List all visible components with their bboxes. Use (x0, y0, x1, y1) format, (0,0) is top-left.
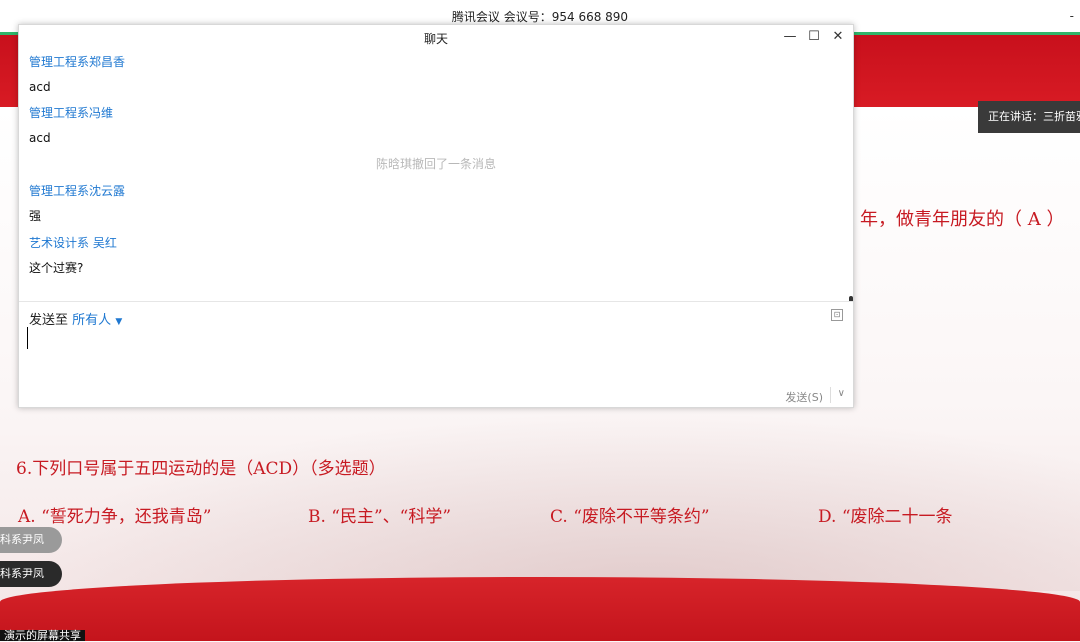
minimize-icon[interactable]: — (781, 28, 799, 46)
chat-window: 聊天 — ☐ ✕ 管理工程系郑昌香 acd 管理工程系冯维 acd 陈晗琪撤回了… (18, 24, 854, 408)
chevron-down-icon[interactable]: ▼ (115, 317, 122, 327)
participant-pill[interactable]: 科系尹凤 (0, 527, 62, 553)
message-sender[interactable]: 管理工程系冯维 (29, 104, 113, 121)
option-a: A. “誓死力争，还我青岛” (18, 507, 212, 527)
message-text: 这个过赛? (29, 261, 84, 275)
question-6: 6.下列口号属于五四运动的是（ACD）（多选题） (16, 459, 386, 479)
send-button[interactable]: 发送(S) (785, 389, 823, 405)
slide-footer-band (0, 577, 1080, 641)
question-5-tail: 年，做青年朋友的（ A ） (860, 209, 1065, 230)
chat-titlebar[interactable]: 聊天 — ☐ ✕ (19, 25, 853, 49)
meeting-title: 腾讯会议 会议号：954 668 890 (451, 10, 629, 24)
close-icon[interactable]: ✕ (829, 28, 847, 46)
chat-divider (19, 301, 853, 302)
option-c: C. “废除不平等条约” (550, 507, 710, 527)
message-text: acd (29, 131, 51, 145)
message-text: 强 (29, 209, 42, 223)
message-sender[interactable]: 管理工程系郑昌香 (29, 53, 125, 70)
message-text: acd (29, 80, 51, 94)
message-sender[interactable]: 艺术设计系 吴红 (29, 234, 117, 251)
speaking-indicator: 正在讲话：三折苗雅 (978, 101, 1080, 133)
system-message: 陈晗琪撤回了一条消息 (375, 157, 496, 171)
message-sender[interactable]: 管理工程系沈云露 (29, 182, 125, 199)
option-d: D. “废除二十一条 (818, 507, 953, 527)
slide-background-wall (0, 411, 1080, 591)
participant-pill[interactable]: 科系尹凤 (0, 561, 62, 587)
send-options-chevron-icon[interactable]: ∨ (838, 388, 845, 399)
chat-title: 聊天 (423, 32, 448, 46)
send-to-label: 发送至 (29, 313, 69, 328)
maximize-icon[interactable]: ☐ (805, 28, 823, 46)
expand-icon[interactable]: ⊡ (831, 309, 843, 321)
option-b: B. “民主”、“科学” (308, 507, 452, 527)
send-to-target[interactable]: 所有人 (72, 313, 111, 328)
screen-share-label: 演示的屏幕共享 (0, 630, 85, 641)
chat-message-list[interactable]: 管理工程系郑昌香 acd 管理工程系冯维 acd 陈晗琪撤回了一条消息 管理工程… (19, 49, 853, 301)
send-to-selector[interactable]: 发送至 所有人 ▼ (29, 309, 122, 328)
send-button-divider (830, 387, 831, 403)
topbar-right-marker: - (1069, 9, 1074, 23)
chat-input[interactable] (27, 327, 841, 349)
